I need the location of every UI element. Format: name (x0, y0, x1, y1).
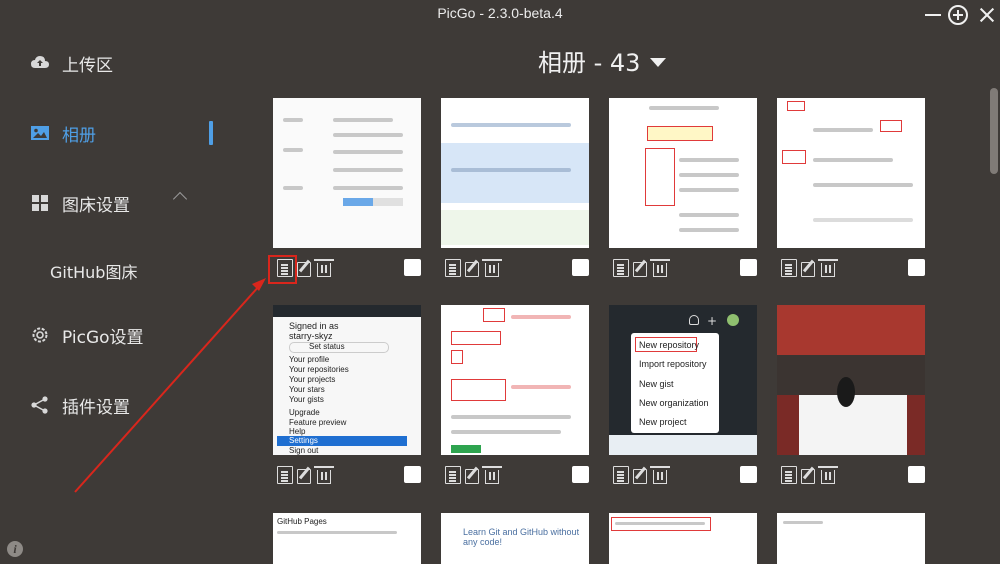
annotation-arrow (74, 278, 266, 493)
